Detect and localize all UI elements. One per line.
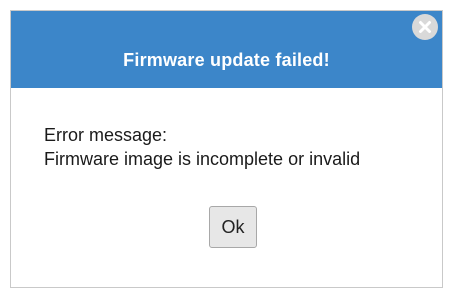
firmware-error-dialog: Firmware update failed! Error message: F…	[10, 10, 443, 288]
error-message-label: Error message:	[44, 125, 168, 145]
dialog-title: Firmware update failed!	[123, 50, 330, 70]
error-message-text: Firmware image is incomplete or invalid	[44, 149, 361, 169]
dialog-title-bar: Firmware update failed!	[11, 11, 442, 88]
close-button[interactable]	[412, 14, 438, 40]
close-icon	[419, 21, 431, 33]
ok-button[interactable]: Ok	[209, 206, 257, 248]
dialog-message: Error message: Firmware image is incompl…	[44, 123, 432, 171]
